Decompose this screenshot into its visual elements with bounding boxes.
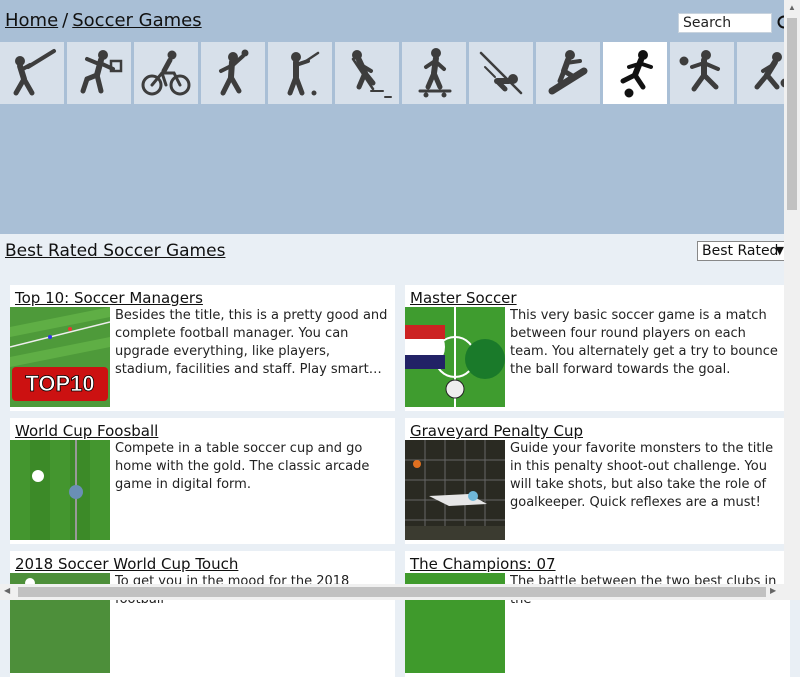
game-title-link[interactable]: The Champions: 07: [410, 555, 556, 573]
hockey-icon: [351, 50, 392, 98]
soccer-icon: [620, 50, 653, 98]
game-description: Besides the title, this is a pretty good…: [115, 308, 388, 377]
game-title-link[interactable]: 2018 Soccer World Cup Touch: [15, 555, 238, 573]
game-thumbnail[interactable]: TOP10: [10, 307, 110, 407]
game-thumbnail[interactable]: [10, 440, 110, 540]
svg-text:TOP10: TOP10: [25, 371, 94, 396]
game-title-link[interactable]: Master Soccer: [410, 289, 517, 307]
vertical-scrollbar[interactable]: ▲: [784, 0, 800, 584]
breadcrumb: Home / Soccer Games: [5, 10, 202, 31]
skateboard-icon: [418, 48, 452, 98]
game-card[interactable]: 2018 Soccer World Cup Touch To get you i…: [10, 551, 395, 677]
category-handball[interactable]: [201, 42, 265, 104]
category-golf[interactable]: [268, 42, 332, 104]
header-banner: Home / Soccer Games Search: [0, 0, 786, 234]
scroll-up-icon[interactable]: ▲: [788, 3, 796, 12]
category-bar: [0, 42, 784, 104]
sort-select[interactable]: Best Rated ▼: [697, 241, 787, 261]
section-title[interactable]: Best Rated Soccer Games: [5, 241, 225, 261]
game-description: Guide your favorite monsters to the titl…: [510, 441, 774, 510]
game-title-link[interactable]: Top 10: Soccer Managers: [15, 289, 203, 307]
baseball-icon: [13, 49, 56, 96]
golf-icon: [287, 51, 320, 96]
game-card[interactable]: World Cup Foosball Compete in a table so…: [10, 418, 395, 544]
search-input[interactable]: Search: [678, 13, 772, 33]
game-description: Compete in a table soccer cup and go hom…: [115, 441, 370, 492]
volleyball-icon: [80, 50, 123, 94]
chevron-down-icon: ▼: [775, 244, 784, 257]
game-thumbnail[interactable]: [405, 440, 505, 540]
game-card[interactable]: Master Soccer This very basic soccer gam…: [405, 285, 790, 411]
category-bowling[interactable]: [737, 42, 784, 104]
vertical-scroll-thumb[interactable]: [787, 18, 797, 210]
breadcrumb-home-link[interactable]: Home: [5, 10, 58, 31]
category-snowboard[interactable]: [536, 42, 600, 104]
breadcrumb-separator: /: [62, 10, 69, 31]
category-skiing[interactable]: [469, 42, 533, 104]
game-description: This very basic soccer game is a match b…: [510, 308, 778, 377]
handball-icon: [219, 49, 249, 96]
category-cycling[interactable]: [134, 42, 198, 104]
dodgeball-icon: [679, 50, 720, 92]
category-dodgeball[interactable]: [670, 42, 734, 104]
game-card[interactable]: The Champions: 07 The battle between the…: [405, 551, 790, 677]
category-skateboard[interactable]: [402, 42, 466, 104]
skiing-icon: [479, 51, 523, 95]
game-title-link[interactable]: Graveyard Penalty Cup: [410, 422, 583, 440]
snowboard-icon: [548, 50, 588, 95]
horizontal-scrollbar[interactable]: ◀ ▶: [0, 584, 800, 600]
game-title-link[interactable]: World Cup Foosball: [15, 422, 158, 440]
horizontal-scroll-thumb[interactable]: [18, 587, 766, 597]
category-baseball[interactable]: [0, 42, 64, 104]
scroll-left-icon[interactable]: ◀: [4, 586, 10, 595]
sort-select-value: Best Rated: [702, 243, 779, 259]
category-hockey[interactable]: [335, 42, 399, 104]
game-thumbnail[interactable]: [405, 307, 505, 407]
category-soccer[interactable]: [603, 42, 667, 104]
game-card[interactable]: Top 10: Soccer Managers TOP10 Besides th…: [10, 285, 395, 411]
scroll-right-icon[interactable]: ▶: [770, 586, 776, 595]
category-volleyball[interactable]: [67, 42, 131, 104]
cycling-icon: [141, 50, 191, 96]
bowling-icon: [754, 52, 784, 90]
breadcrumb-current-link[interactable]: Soccer Games: [72, 10, 201, 31]
game-card[interactable]: Graveyard Penalty Cup Guide your favorit…: [405, 418, 790, 544]
